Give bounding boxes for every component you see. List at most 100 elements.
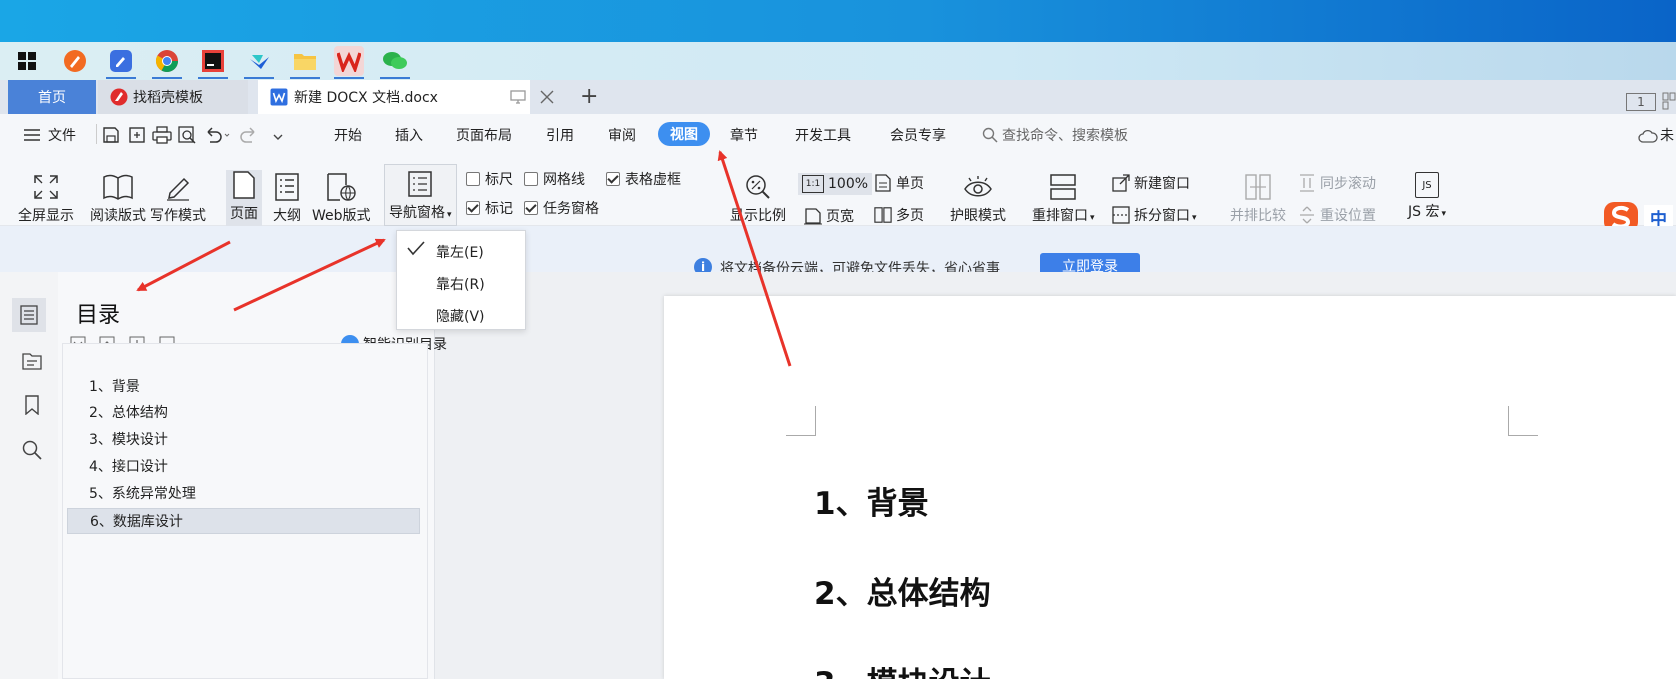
zoom-button[interactable]: 显示比例	[730, 172, 786, 225]
menu-insert[interactable]: 插入	[395, 125, 423, 145]
save-icon[interactable]	[102, 126, 120, 148]
margin-corner-tr	[1508, 406, 1538, 436]
task-pane-checkbox[interactable]: 任务窗格	[524, 198, 599, 218]
menu-member[interactable]: 会员专享	[890, 125, 946, 145]
read-mode-button[interactable]: 阅读版式	[90, 172, 146, 225]
eye-care-label: 护眼模式	[950, 208, 1006, 224]
toc-item[interactable]: 4、接口设计	[67, 454, 420, 480]
menu-reference[interactable]: 引用	[546, 125, 574, 145]
tab-home[interactable]: 首页	[8, 80, 96, 114]
desktop-background	[0, 0, 1676, 42]
print-icon[interactable]	[152, 126, 172, 148]
one-to-one-icon: 1:1	[802, 175, 824, 193]
nav-pane-button[interactable]: 导航窗格 ▾	[384, 164, 457, 226]
menu-developer[interactable]: 开发工具	[795, 125, 851, 145]
js-macro-button[interactable]: JS JS 宏 ▾	[1408, 172, 1446, 221]
undo-icon[interactable]	[204, 126, 230, 148]
new-tab-button[interactable]: +	[580, 84, 598, 109]
toc-item[interactable]: 5、系统异常处理	[67, 481, 420, 507]
chrome-icon[interactable]	[152, 46, 182, 79]
margin-corner-tl	[786, 406, 816, 436]
windows-start-icon[interactable]	[12, 46, 42, 76]
new-window-button[interactable]: 新建窗口	[1112, 173, 1190, 193]
rearrange-window-button[interactable]: 重排窗口 ▾	[1032, 172, 1095, 225]
mark-checkbox[interactable]: 标记	[466, 198, 513, 218]
fullscreen-label: 全屏显示	[18, 208, 74, 224]
feishu-icon[interactable]	[244, 46, 274, 79]
document-heading[interactable]: 1、背景	[814, 478, 929, 523]
read-mode-label: 阅读版式	[90, 208, 146, 224]
js-macro-label: JS 宏 ▾	[1408, 204, 1446, 220]
toc-item-selected[interactable]: 6、数据库设计	[67, 508, 420, 534]
print-preview-icon[interactable]	[178, 126, 196, 148]
page-width-button[interactable]: 页宽	[804, 206, 854, 226]
tab-document[interactable]: 新建 DOCX 文档.docx	[258, 80, 530, 114]
web-icon	[326, 172, 356, 202]
document-heading[interactable]: 3、模块设计	[814, 658, 991, 679]
toc-item[interactable]: 3、模块设计	[67, 427, 420, 453]
eye-care-button[interactable]: 护眼模式	[950, 172, 1006, 225]
page-icon	[229, 170, 259, 200]
folder-icon[interactable]	[290, 46, 320, 79]
page-mode-button[interactable]: 页面	[226, 170, 262, 227]
single-page-button[interactable]: 单页	[874, 173, 924, 193]
fullscreen-button[interactable]: 全屏显示	[18, 172, 74, 225]
find-icon[interactable]	[22, 440, 42, 464]
nav-title: 目录	[76, 303, 121, 328]
dropdown-hide[interactable]: 隐藏(V)	[436, 306, 485, 326]
reset-position-button[interactable]: 重设位置	[1298, 205, 1376, 225]
gridline-label: 网格线	[543, 172, 585, 188]
document-heading[interactable]: 2、总体结构	[814, 568, 991, 613]
search-command-input[interactable]: 查找命令、搜索模板	[1002, 125, 1128, 145]
zoom-icon	[743, 172, 773, 202]
wps-icon[interactable]	[334, 46, 364, 79]
nav-pane-icon	[405, 169, 435, 199]
write-mode-button[interactable]: 写作模式	[150, 172, 206, 225]
toc-item[interactable]: 1、背景	[67, 374, 420, 400]
search-icon	[982, 127, 998, 147]
notes-app-icon[interactable]	[106, 46, 136, 79]
side-by-side-icon	[1243, 172, 1273, 202]
bookmark-icon[interactable]	[24, 395, 40, 419]
intellij-icon[interactable]	[198, 46, 228, 79]
outline-button[interactable]: 大纲	[272, 172, 302, 225]
js-macro-icon: JS	[1415, 172, 1439, 198]
book-icon	[103, 172, 133, 202]
tab-template[interactable]: 找稻壳模板	[98, 80, 248, 114]
menu-view[interactable]: 视图	[658, 122, 710, 146]
redo-icon[interactable]	[240, 126, 266, 148]
menu-layout[interactable]: 页面布局	[456, 125, 512, 145]
web-layout-button[interactable]: Web版式	[312, 172, 371, 225]
zoom-100-button[interactable]: 1:1 100%	[798, 173, 873, 195]
word-doc-icon	[270, 88, 288, 106]
dropdown-dock-right[interactable]: 靠右(R)	[436, 274, 485, 294]
toc-pane-icon[interactable]	[12, 298, 46, 332]
write-mode-label: 写作模式	[150, 208, 206, 224]
more-quick-icon[interactable]	[272, 130, 284, 146]
rearrange-label: 重排窗口 ▾	[1032, 208, 1095, 224]
window-layout-icon[interactable]: 1	[1626, 93, 1656, 111]
hamburger-icon[interactable]	[24, 129, 40, 141]
ruler-checkbox[interactable]: 标尺	[466, 169, 513, 189]
split-window-button[interactable]: 拆分窗口 ▾	[1112, 205, 1197, 225]
menu-start[interactable]: 开始	[334, 125, 362, 145]
wechat-icon[interactable]	[380, 46, 410, 79]
menu-chapter[interactable]: 章节	[730, 125, 758, 145]
pen-app-icon[interactable]	[60, 46, 90, 76]
dropdown-dock-left[interactable]: 靠左(E)	[436, 242, 484, 262]
gridline-checkbox[interactable]: 网格线	[524, 169, 585, 189]
window-grid-icon[interactable]	[1662, 92, 1676, 110]
sync-scroll-button[interactable]: 同步滚动	[1298, 173, 1376, 193]
screen-icon[interactable]	[510, 90, 526, 104]
chapter-nav-icon[interactable]	[22, 350, 42, 374]
table-frame-checkbox[interactable]: 表格虚框	[606, 169, 681, 189]
multi-page-button[interactable]: 多页	[874, 205, 924, 225]
export-icon[interactable]	[128, 126, 146, 148]
menu-review[interactable]: 审阅	[608, 125, 636, 145]
side-by-side-button[interactable]: 并排比较	[1230, 172, 1286, 225]
cloud-icon[interactable]	[1638, 128, 1658, 148]
reset-position-label: 重设位置	[1320, 208, 1376, 224]
menu-file[interactable]: 文件	[48, 125, 76, 145]
close-tab-icon[interactable]	[540, 90, 554, 104]
toc-item[interactable]: 2、总体结构	[67, 400, 420, 426]
